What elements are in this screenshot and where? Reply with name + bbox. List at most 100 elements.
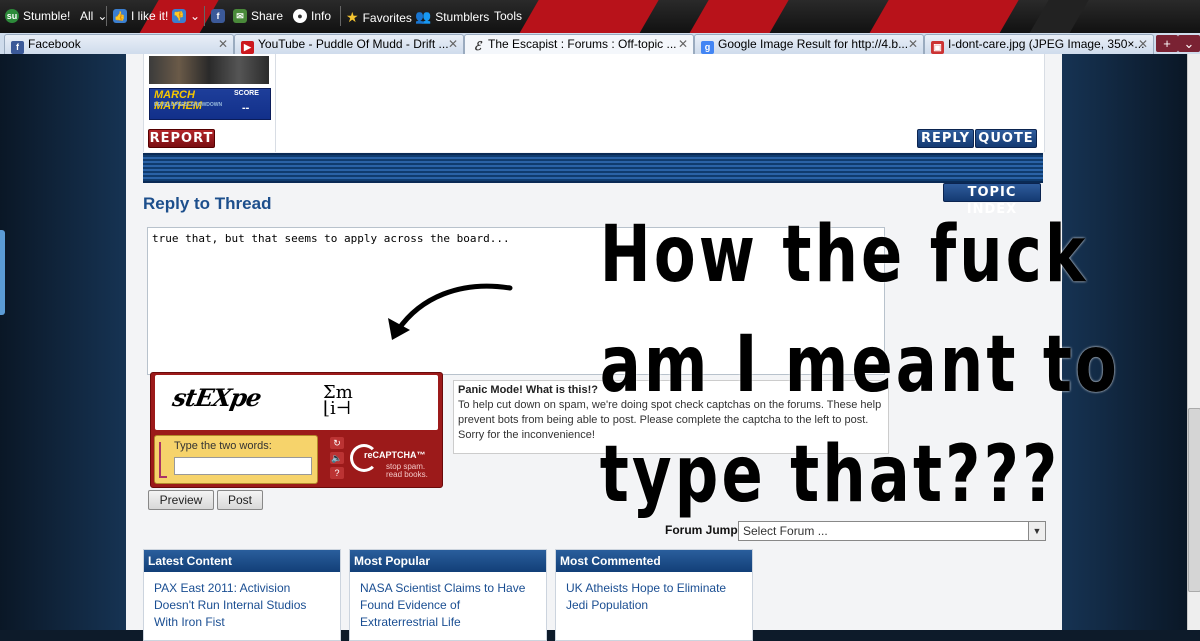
most-commented-panel: Most Commented UK Atheists Hope to Elimi… (555, 549, 753, 641)
toolbar-decoration (518, 0, 662, 33)
toolbar-divider (106, 6, 107, 26)
google-icon: g (701, 41, 714, 54)
avatar (149, 56, 269, 84)
thumbs-up-icon: 👍 (113, 9, 127, 23)
panel-title: Most Commented (556, 550, 752, 572)
panel-title: Most Popular (350, 550, 546, 572)
chevron-down-icon: ⌄ (190, 9, 201, 23)
side-widget-tab[interactable] (0, 230, 5, 315)
toolbar-decoration (1028, 0, 1092, 33)
preview-button[interactable]: Preview (148, 490, 214, 510)
quote-button[interactable]: QUOTE (975, 129, 1037, 148)
meme-line-2: am I meant to (599, 320, 1120, 410)
toolbar-decoration (868, 0, 1022, 33)
arrow-icon (388, 283, 513, 340)
close-icon[interactable]: ✕ (448, 35, 458, 54)
arrow-bracket-icon (159, 442, 167, 478)
close-icon[interactable]: ✕ (1138, 35, 1148, 54)
info-button[interactable]: ● Info (293, 9, 331, 23)
reply-text: true that, but that seems to apply acros… (152, 232, 510, 245)
captcha-prompt: Type the two words: (174, 440, 272, 452)
latest-content-panel: Latest Content PAX East 2011: Activision… (143, 549, 341, 641)
toolbar-divider (204, 6, 205, 26)
like-label: I like it! (131, 9, 169, 23)
like-button[interactable]: 👍 I like it! (113, 9, 168, 23)
report-button[interactable]: REPORT (148, 129, 215, 148)
dislike-button[interactable]: 👎 ⌄ (172, 9, 200, 23)
tab-label: The Escapist : Forums : Off-topic ... (488, 37, 677, 51)
tab-label: I-dont-care.jpg (JPEG Image, 350×... (948, 37, 1145, 51)
recaptcha-tagline-2: read books. (386, 470, 428, 479)
people-icon: 👥 (415, 9, 432, 24)
stumblers-label: Stumblers (435, 10, 490, 24)
youtube-icon: ▶ (241, 41, 254, 54)
new-tab-button[interactable]: + (1156, 35, 1178, 52)
close-icon[interactable]: ✕ (218, 35, 228, 54)
facebook-icon: f (11, 41, 24, 54)
tab-google-image[interactable]: g Google Image Result for http://4.b... ✕ (694, 34, 924, 54)
recaptcha-logo: reCAPTCHA™ stop spam. read books. (348, 440, 438, 482)
audio-icon[interactable]: 🔈 (330, 452, 344, 464)
reply-button[interactable]: REPLY (917, 129, 974, 148)
post-button[interactable]: Post (217, 490, 263, 510)
tab-youtube[interactable]: ▶ YouTube - Puddle Of Mudd - Drift ... ✕ (234, 34, 464, 54)
meme-line-3: type that??? (599, 430, 1061, 520)
share-label: Share (251, 9, 284, 23)
favorites-label: Favorites (362, 10, 412, 25)
stumble-button[interactable]: su Stumble! (5, 9, 70, 23)
tools-button[interactable]: Tools (494, 9, 522, 23)
meme-caption: How the fuck am I meant to type that??? (599, 200, 1120, 520)
previous-post (143, 54, 1045, 152)
browser-tab-bar: f Facebook ✕ ▶ YouTube - Puddle Of Mudd - … (0, 33, 1200, 55)
close-icon[interactable]: ✕ (908, 35, 918, 54)
page-background-left (0, 54, 126, 630)
facebook-share-button[interactable]: f (211, 9, 225, 23)
speech-bubble-icon: ● (293, 9, 307, 23)
thumbs-down-icon: 👎 (172, 9, 186, 23)
article-link[interactable]: PAX East 2011: Activision Doesn't Run In… (154, 581, 306, 629)
facebook-icon: f (211, 9, 225, 23)
tab-label: YouTube - Puddle Of Mudd - Drift ... (258, 37, 449, 51)
help-icon[interactable]: ? (330, 467, 344, 479)
tab-label: Google Image Result for http://4.b... (718, 37, 909, 51)
panel-title: Latest Content (144, 550, 340, 572)
meme-line-1: How the fuck (599, 210, 1089, 300)
escapist-icon: ℰ (473, 39, 482, 53)
page-title: Reply to Thread (143, 194, 272, 213)
captcha-input[interactable] (174, 457, 312, 475)
all-label: All (80, 9, 94, 23)
stumbleupon-icon: su (5, 9, 19, 23)
badge-title: MARCH MAYHEM (154, 89, 203, 112)
stumble-label: Stumble! (23, 9, 71, 23)
captcha-word-2: Σm ⌊i⊣ (323, 382, 353, 419)
star-icon: ★ (346, 9, 359, 25)
tab-list-button[interactable]: ⌄ (1178, 35, 1200, 52)
captcha-word-1: stEXpe (170, 383, 264, 412)
captcha-image: stEXpe Σm ⌊i⊣ (155, 375, 438, 430)
toolbar-divider (340, 6, 341, 26)
thread-divider (143, 153, 1043, 183)
tab-facebook[interactable]: f Facebook ✕ (4, 34, 234, 54)
tab-label: Facebook (28, 37, 81, 51)
refresh-icon[interactable]: ↻ (330, 437, 344, 449)
badge-score-label: SCORE (234, 90, 259, 97)
badge-subtitle: DEVELOPERS' SHOWDOWN (154, 102, 223, 108)
share-button[interactable]: ✉ Share (233, 9, 283, 23)
tab-escapist[interactable]: ℰ The Escapist : Forums : Off-topic ... ✕ (464, 34, 694, 54)
favorites-button[interactable]: ★ Favorites (346, 9, 412, 26)
article-link[interactable]: UK Atheists Hope to Eliminate Jedi Popul… (566, 581, 726, 612)
march-mayhem-badge: MARCH MAYHEM DEVELOPERS' SHOWDOWN SCORE … (149, 88, 271, 120)
scrollbar-thumb[interactable] (1188, 408, 1200, 592)
tab-jpeg-image[interactable]: ▣ I-dont-care.jpg (JPEG Image, 350×... ✕ (924, 34, 1154, 54)
image-icon: ▣ (931, 41, 944, 54)
plus-icon: + (1163, 36, 1171, 51)
chevron-down-icon: ⌄ (1183, 36, 1195, 51)
toolbar-decoration (688, 0, 792, 33)
stumblers-button[interactable]: 👥 Stumblers (415, 9, 489, 25)
badge-score: -- (242, 102, 250, 114)
most-popular-panel: Most Popular NASA Scientist Claims to Ha… (349, 549, 547, 641)
info-label: Info (311, 9, 332, 23)
article-link[interactable]: NASA Scientist Claims to Have Found Evid… (360, 581, 525, 629)
all-dropdown[interactable]: All ⌄ (80, 9, 107, 23)
close-icon[interactable]: ✕ (678, 35, 688, 54)
